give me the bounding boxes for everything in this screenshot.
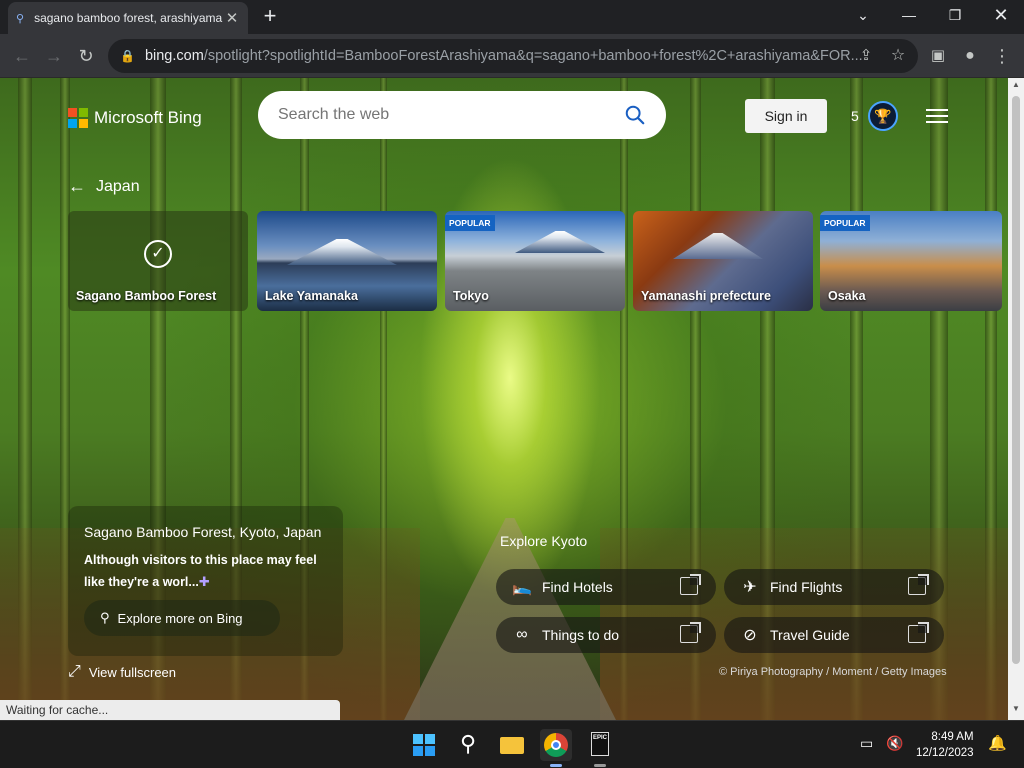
scroll-down-arrow-icon[interactable]: ▼ <box>1008 704 1024 718</box>
browser-tab[interactable]: ⚲ sagano bamboo forest, arashiyama ✕ <box>8 2 248 34</box>
card-label: Lake Yamanaka <box>265 289 358 303</box>
find-hotels-button[interactable]: 🛌 Find Hotels <box>496 569 716 605</box>
card-tokyo[interactable]: POPULAR Tokyo <box>445 211 625 311</box>
explore-more-button[interactable]: ⚲ Explore more on Bing <box>84 600 280 636</box>
external-link-icon <box>680 622 701 643</box>
browser-toolbar: ← → ↻ 🔒 bing.com/spotlight?spotlightId=B… <box>0 34 1024 78</box>
external-link-icon <box>908 574 929 595</box>
card-label: Sagano Bamboo Forest <box>76 289 217 303</box>
things-to-do-button[interactable]: ∞ Things to do <box>496 617 716 653</box>
sign-in-button[interactable]: Sign in <box>745 99 827 133</box>
external-link-icon <box>908 622 929 643</box>
lock-icon: 🔒 <box>120 49 135 63</box>
mountain-thumbnail <box>515 231 605 253</box>
bed-icon: 🛌 <box>512 579 532 596</box>
mountain-thumbnail <box>673 233 763 259</box>
tab-title: sagano bamboo forest, arashiyama <box>34 11 223 25</box>
taskbar-search-icon[interactable]: ⚲ <box>452 729 484 761</box>
popular-badge: POPULAR <box>820 215 870 231</box>
browser-tab-bar: ⚲ sagano bamboo forest, arashiyama ✕ + ⌄… <box>0 0 1024 34</box>
compass-icon: ⊘ <box>743 627 757 644</box>
clock-time: 8:49 AM <box>931 731 974 743</box>
button-label: Things to do <box>542 627 620 643</box>
logo-text: Microsoft Bing <box>94 108 202 127</box>
card-yamanashi-prefecture[interactable]: Yamanashi prefecture <box>633 211 813 311</box>
check-circle-icon: ✓ <box>144 240 172 268</box>
search-icon: ⚲ <box>100 610 110 625</box>
kebab-menu-icon[interactable]: ⋮ <box>990 44 1014 68</box>
windows-start-icon[interactable] <box>408 729 440 761</box>
clock-date: 12/12/2023 <box>916 747 974 759</box>
scrollbar-thumb[interactable] <box>1012 96 1020 664</box>
fullscreen-label: View fullscreen <box>88 664 177 680</box>
find-flights-button[interactable]: ✈ Find Flights <box>724 569 944 605</box>
back-to-japan-link[interactable]: ← Japan <box>68 176 140 197</box>
binoculars-icon: ∞ <box>516 626 528 643</box>
microsoft-logo-icon <box>68 108 88 128</box>
back-label: Japan <box>96 177 140 195</box>
expand-diagonal-icon: ⤢ <box>68 663 81 680</box>
button-label: Find Flights <box>770 579 843 595</box>
status-bar: Waiting for cache... <box>0 700 340 720</box>
windows-taskbar: ⚲ EPIC ▭ 🔇 8:49 AM 12/12/2023 🔔 <box>0 720 1024 768</box>
close-tab-icon[interactable]: ✕ <box>224 9 240 27</box>
travel-guide-button[interactable]: ⊘ Travel Guide <box>724 617 944 653</box>
share-icon[interactable]: ⇪ <box>854 44 878 68</box>
spotlight-page: Microsoft Bing Sign in 5 🏆 ← Japan ✓ Sag… <box>0 78 1008 720</box>
notification-bell-icon[interactable]: 🔔 <box>988 734 1007 752</box>
explore-kyoto-heading: Explore Kyoto <box>500 533 588 549</box>
address-bar[interactable]: 🔒 bing.com/spotlight?spotlightId=BambooF… <box>108 39 918 73</box>
search-input[interactable] <box>278 106 624 124</box>
button-label: Find Hotels <box>542 579 613 595</box>
card-label: Tokyo <box>453 289 489 303</box>
chrome-icon[interactable] <box>540 729 572 767</box>
volume-mute-icon[interactable]: 🔇 <box>886 735 903 752</box>
explore-label: Explore more on Bing <box>117 610 243 626</box>
new-tab-button[interactable]: + <box>258 5 282 28</box>
mountain-thumbnail <box>287 239 397 265</box>
card-label: Yamanashi prefecture <box>641 289 771 303</box>
card-sagano-bamboo-forest[interactable]: ✓ Sagano Bamboo Forest <box>68 211 248 311</box>
back-arrow-icon: ← <box>68 176 86 196</box>
card-label: Osaka <box>828 289 866 303</box>
url-path: /spotlight?spotlightId=BambooForestArash… <box>203 48 863 64</box>
card-osaka[interactable]: POPULAR Osaka <box>820 211 1002 311</box>
rewards-trophy-icon[interactable]: 🏆 <box>868 101 898 131</box>
taskbar-clock[interactable]: 8:49 AM 12/12/2023 <box>916 729 974 761</box>
bookmark-star-icon[interactable]: ☆ <box>886 44 910 68</box>
back-arrow-icon[interactable]: ← <box>10 44 34 68</box>
airplane-icon: ✈ <box>743 579 757 596</box>
expand-plus-icon[interactable]: ✚ <box>199 574 210 589</box>
epic-games-icon[interactable]: EPIC <box>584 729 616 767</box>
rewards-points: 5 <box>851 108 859 124</box>
vertical-scrollbar[interactable]: ▲ ▼ <box>1008 78 1024 720</box>
search-favicon-icon: ⚲ <box>16 12 25 25</box>
network-icon[interactable]: ▭ <box>860 735 873 752</box>
scroll-up-arrow-icon[interactable]: ▲ <box>1008 80 1024 94</box>
restore-button[interactable]: ❐ <box>932 0 978 32</box>
search-icon[interactable] <box>624 104 646 126</box>
bing-logo[interactable]: Microsoft Bing <box>68 108 202 128</box>
view-fullscreen-button[interactable]: ⤢ View fullscreen <box>68 663 176 681</box>
image-title: Sagano Bamboo Forest, Kyoto, Japan <box>84 524 322 540</box>
popular-badge: POPULAR <box>445 215 495 231</box>
reload-icon[interactable]: ↻ <box>74 44 98 68</box>
external-link-icon <box>680 574 701 595</box>
image-description: Although visitors to this place may feel… <box>84 550 324 593</box>
close-window-button[interactable]: ✕ <box>978 0 1024 32</box>
search-box[interactable] <box>258 91 666 139</box>
forward-arrow-icon[interactable]: → <box>42 44 66 68</box>
image-credit: © Piriya Photography / Moment / Getty Im… <box>719 666 947 678</box>
tab-search-button[interactable]: ⌄ <box>840 0 886 32</box>
file-explorer-icon[interactable] <box>496 729 528 761</box>
hamburger-menu-icon[interactable] <box>926 109 948 125</box>
url-host: bing.com <box>144 48 204 64</box>
card-lake-yamanaka[interactable]: Lake Yamanaka <box>257 211 437 311</box>
profile-icon[interactable]: ● <box>958 44 982 68</box>
button-label: Travel Guide <box>770 627 850 643</box>
minimize-button[interactable]: — <box>886 0 932 32</box>
side-panel-icon[interactable]: ▣ <box>926 44 950 68</box>
